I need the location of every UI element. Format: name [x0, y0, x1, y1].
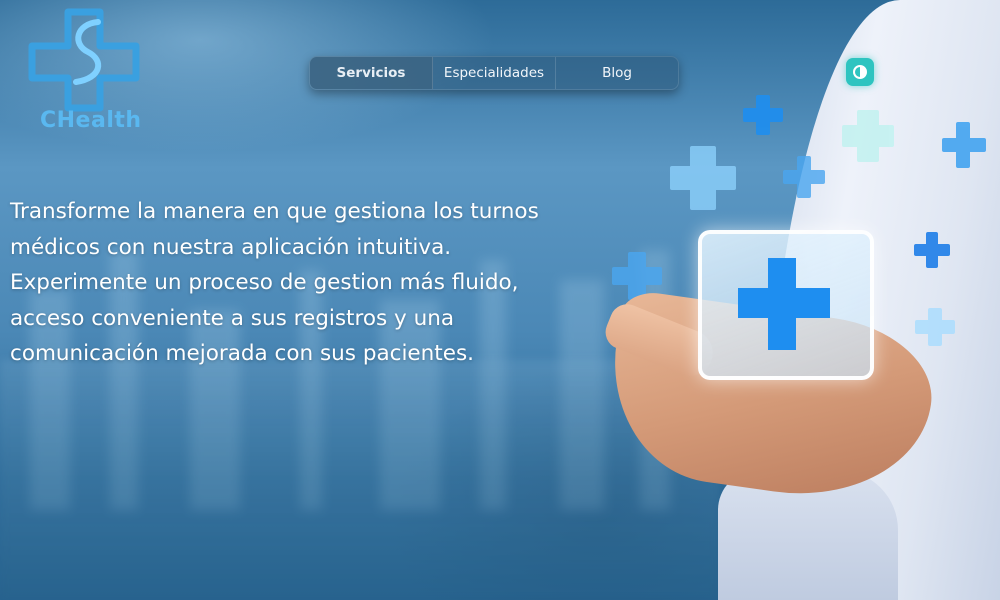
- medical-cross-icon: [670, 146, 736, 210]
- theme-toggle-button[interactable]: [846, 58, 874, 86]
- logo-cross-icon: [28, 8, 140, 112]
- nav-item-especialidades[interactable]: Especialidades: [433, 57, 556, 89]
- medical-cross-icon: [915, 308, 955, 346]
- main-nav: Servicios Especialidades Blog: [309, 56, 679, 90]
- brand-logo[interactable]: CHealth: [28, 8, 143, 138]
- medical-cross-icon: [783, 156, 825, 198]
- medical-cross-icon: [738, 258, 830, 350]
- contrast-icon: [853, 65, 867, 79]
- nav-item-blog[interactable]: Blog: [556, 57, 678, 89]
- nav-item-servicios[interactable]: Servicios: [310, 57, 433, 89]
- brand-name: CHealth: [40, 108, 142, 133]
- medical-cross-icon: [914, 232, 950, 268]
- hero-description: Transforme la manera en que gestiona los…: [10, 199, 539, 366]
- medical-card: [698, 230, 874, 380]
- medical-cross-icon: [743, 95, 783, 135]
- medical-cross-icon: [842, 110, 894, 162]
- medical-cross-icon: [942, 122, 986, 168]
